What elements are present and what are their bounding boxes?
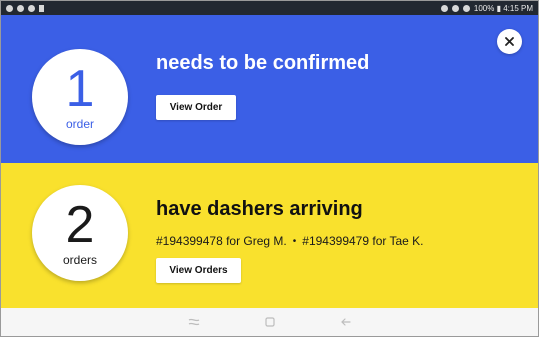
order-count: 1 — [65, 60, 95, 118]
view-orders-button[interactable]: View Orders — [156, 258, 241, 283]
order-count-badge: 1 order — [32, 49, 128, 145]
sd-card-icon — [39, 4, 44, 12]
settings-icon — [28, 4, 35, 12]
order-separator: • — [292, 235, 297, 247]
wifi-icon — [451, 4, 459, 12]
recent-apps-icon[interactable] — [186, 314, 202, 330]
status-time: 100% ▮ 4:15 PM — [473, 3, 533, 13]
dashers-count-unit: orders — [62, 253, 97, 267]
close-icon — [505, 37, 514, 46]
confirm-headline: needs to be confirmed — [156, 52, 370, 74]
status-icons-right: 100% ▮ 4:15 PM — [440, 3, 533, 13]
close-button[interactable] — [497, 29, 522, 54]
dashers-arriving-card: 2 orders have dashers arriving #19439947… — [1, 163, 538, 308]
back-icon[interactable] — [338, 314, 354, 330]
mute-icon — [440, 4, 448, 12]
order-item[interactable]: #194399478 for Greg M. — [156, 234, 287, 248]
signal-icon — [462, 4, 470, 12]
order-list: #194399478 for Greg M. • #194399479 for … — [156, 234, 424, 248]
order-count-unit: order — [65, 117, 94, 131]
nav-bar — [1, 308, 538, 336]
confirm-order-card: 1 order needs to be confirmed View Order — [1, 15, 538, 163]
android-debug-icon — [6, 4, 13, 12]
app-window: 100% ▮ 4:15 PM 1 order needs to be confi… — [0, 0, 539, 337]
notification-icon — [17, 4, 24, 12]
order-item[interactable]: #194399479 for Tae K. — [302, 234, 423, 248]
home-icon[interactable] — [262, 314, 278, 330]
status-bar: 100% ▮ 4:15 PM — [1, 1, 538, 15]
dashers-count-badge: 2 orders — [32, 185, 128, 281]
view-order-button[interactable]: View Order — [156, 95, 236, 120]
dashers-count: 2 — [65, 196, 95, 254]
dashers-headline: have dashers arriving — [156, 198, 363, 220]
status-icons-left — [6, 4, 44, 12]
